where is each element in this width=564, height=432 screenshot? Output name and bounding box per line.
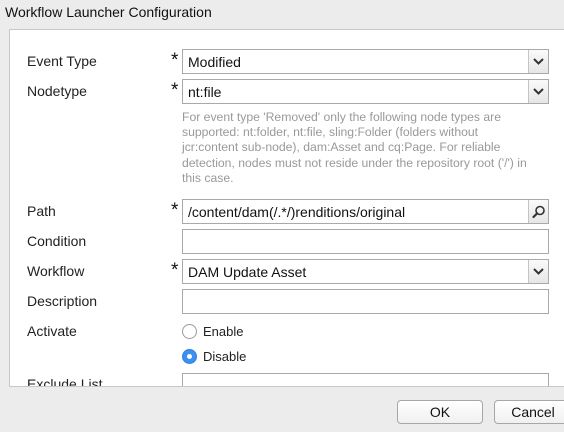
event-type-value: Modified <box>188 54 241 70</box>
help-line: this case. <box>182 170 234 185</box>
nodetype-help-text: For event type 'Removed' only the follow… <box>182 110 550 186</box>
required-marker: * <box>171 200 179 221</box>
activate-label: Activate <box>27 323 77 339</box>
dialog-title: Workflow Launcher Configuration <box>0 0 564 26</box>
path-input[interactable]: /content/dam(/.*/)renditions/original <box>182 199 549 224</box>
ok-button[interactable]: OK <box>397 400 483 424</box>
help-line: supported: nt:folder, nt:file, sling:Fol… <box>182 125 479 140</box>
event-type-label: Event Type <box>27 53 97 69</box>
exclude-list-input[interactable] <box>182 373 549 386</box>
nodetype-label: Nodetype <box>27 83 87 99</box>
help-line: detection, nodes must not reside under t… <box>182 155 527 170</box>
dialog-footer: OK Cancel <box>0 390 564 432</box>
condition-input[interactable] <box>182 229 549 254</box>
path-value: /content/dam(/.*/)renditions/original <box>188 204 406 220</box>
disable-radio-label[interactable]: Disable <box>203 349 246 364</box>
nodetype-value: nt:file <box>188 84 222 100</box>
description-label: Description <box>27 293 98 309</box>
nodetype-dropdown-button[interactable] <box>528 80 548 103</box>
condition-label: Condition <box>27 233 87 249</box>
description-input[interactable] <box>182 289 549 314</box>
help-line: For event type 'Removed' only the follow… <box>182 110 501 124</box>
required-marker: * <box>171 50 179 71</box>
required-marker: * <box>171 260 179 281</box>
exclude-list-label: Exclude List <box>27 376 103 387</box>
workflow-value: DAM Update Asset <box>188 264 307 280</box>
enable-radio[interactable] <box>182 324 197 339</box>
event-type-select[interactable]: Modified <box>182 49 549 74</box>
disable-radio[interactable] <box>182 349 197 364</box>
search-icon <box>532 205 545 219</box>
cancel-button[interactable]: Cancel <box>494 400 564 424</box>
required-marker: * <box>171 80 179 101</box>
chevron-down-icon <box>533 88 544 95</box>
help-line: jcr:content sub-node), dam:Asset and cq:… <box>182 140 501 155</box>
path-browse-button[interactable] <box>528 200 548 223</box>
workflow-dropdown-button[interactable] <box>528 260 548 283</box>
chevron-down-icon <box>533 58 544 65</box>
form-panel: Event Type * Modified Nodetype * nt:file… <box>9 29 564 387</box>
path-label: Path <box>27 203 56 219</box>
chevron-down-icon <box>533 268 544 275</box>
event-type-dropdown-button[interactable] <box>528 50 548 73</box>
workflow-label: Workflow <box>27 263 85 279</box>
nodetype-select[interactable]: nt:file <box>182 79 549 104</box>
enable-radio-label[interactable]: Enable <box>203 324 243 339</box>
workflow-select[interactable]: DAM Update Asset <box>182 259 549 284</box>
